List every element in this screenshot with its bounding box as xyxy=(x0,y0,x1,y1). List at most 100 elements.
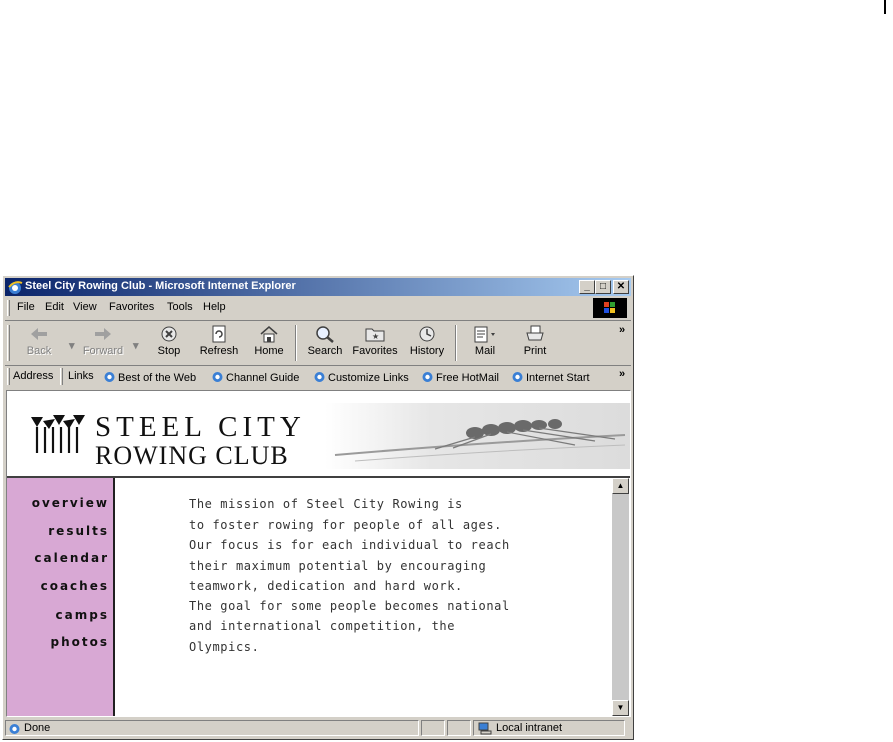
history-icon xyxy=(419,326,435,342)
forward-label: Forward xyxy=(82,345,124,357)
favorites-folder-icon: ★ xyxy=(365,328,385,342)
mission-line: The mission of Steel City Rowing is xyxy=(189,497,463,511)
toolbar-separator xyxy=(455,325,457,361)
forward-button[interactable]: Forward xyxy=(79,325,127,363)
logo-title-line1: STEEL CITY xyxy=(95,411,306,443)
zone-text: Local intranet xyxy=(496,722,563,734)
mission-line: Our focus is for each individual to reac… xyxy=(189,538,510,552)
links-more-chevron[interactable]: » xyxy=(619,368,625,380)
svg-text:★: ★ xyxy=(372,332,379,341)
toolbar-separator xyxy=(295,325,297,361)
mail-icon xyxy=(474,326,495,343)
logo-title-line2: ROWING CLUB xyxy=(95,441,289,470)
ie-page-icon xyxy=(212,372,223,382)
mail-button[interactable]: Mail xyxy=(461,325,509,363)
nav-results[interactable]: results xyxy=(48,524,109,538)
link-best-of-the-web[interactable]: Best of the Web xyxy=(103,370,196,384)
forward-arrow-icon xyxy=(95,328,111,340)
favorites-button[interactable]: ★ Favorites xyxy=(351,325,399,363)
ie-logo-icon xyxy=(8,281,23,294)
ie-page-icon xyxy=(9,724,20,734)
search-icon xyxy=(316,326,334,343)
edge-mark xyxy=(884,0,886,14)
ie-page-icon xyxy=(314,372,325,382)
link-label: Internet Start xyxy=(526,372,590,384)
link-free-hotmail[interactable]: Free HotMail xyxy=(421,370,499,384)
mail-label: Mail xyxy=(474,345,496,357)
nav-photos[interactable]: photos xyxy=(51,635,110,649)
browser-window: Steel City Rowing Club - Microsoft Inter… xyxy=(2,275,634,740)
history-label: History xyxy=(409,345,445,357)
back-dropdown-icon[interactable]: ▾ xyxy=(69,339,75,352)
link-label: Best of the Web xyxy=(118,372,197,384)
nav-camps[interactable]: camps xyxy=(56,608,109,622)
search-button[interactable]: Search xyxy=(301,325,349,363)
favorites-label: Favorites xyxy=(352,345,398,357)
vertical-scrollbar[interactable]: ▲ ▼ xyxy=(612,478,629,716)
back-button[interactable]: Back xyxy=(15,325,63,363)
nav-overview[interactable]: overview xyxy=(32,496,109,510)
maximize-button[interactable]: □ xyxy=(595,280,611,294)
status-panel-empty xyxy=(421,720,445,736)
search-label: Search xyxy=(307,345,343,357)
menu-file[interactable]: File xyxy=(17,301,35,313)
scroll-down-arrow-icon[interactable]: ▼ xyxy=(612,700,629,716)
link-label: Free HotMail xyxy=(436,372,499,384)
print-label: Print xyxy=(523,345,547,357)
stop-button[interactable]: Stop xyxy=(145,325,193,363)
toolbar-more-chevron[interactable]: » xyxy=(619,324,625,336)
status-panel-empty xyxy=(447,720,471,736)
nav-coaches[interactable]: coaches xyxy=(41,579,109,593)
site-banner: STEEL CITY ROWING CLUB xyxy=(7,391,630,478)
link-channel-guide[interactable]: Channel Guide xyxy=(211,370,299,384)
link-customize-links[interactable]: Customize Links xyxy=(313,370,409,384)
forward-dropdown-icon[interactable]: ▾ xyxy=(133,339,139,352)
ie-page-icon xyxy=(104,372,115,382)
mission-line: Olympics. xyxy=(189,640,260,654)
intranet-zone-icon xyxy=(478,722,492,735)
menu-favorites[interactable]: Favorites xyxy=(109,301,154,313)
home-button[interactable]: Home xyxy=(245,325,293,363)
mission-line: their maximum potential by encouraging xyxy=(189,559,487,573)
refresh-icon xyxy=(212,325,226,343)
menu-view[interactable]: View xyxy=(73,301,97,313)
menu-bar: File Edit View Favorites Tools Help xyxy=(5,297,631,319)
status-text: Done xyxy=(24,722,51,734)
mission-line: to foster rowing for people of all ages. xyxy=(189,518,502,532)
print-button[interactable]: Print xyxy=(511,325,559,363)
addressbar-divider[interactable] xyxy=(60,368,63,385)
home-label: Home xyxy=(254,345,284,357)
security-zone-panel: Local intranet xyxy=(473,720,625,736)
link-label: Channel Guide xyxy=(226,372,300,384)
refresh-button[interactable]: Refresh xyxy=(195,325,243,363)
mission-line: The goal for some people becomes nationa… xyxy=(189,599,510,613)
stop-label: Stop xyxy=(157,345,181,357)
link-label: Customize Links xyxy=(328,372,409,384)
stop-icon xyxy=(161,326,177,342)
status-bar: Done Local intranet xyxy=(5,719,631,737)
toolbar-grip[interactable] xyxy=(7,325,10,361)
menu-tools[interactable]: Tools xyxy=(167,301,193,313)
menu-help[interactable]: Help xyxy=(203,301,226,313)
address-label[interactable]: Address xyxy=(13,370,53,382)
menu-edit[interactable]: Edit xyxy=(45,301,64,313)
minimize-button[interactable]: _ xyxy=(579,280,595,294)
standard-toolbar: Back ▾ Forward ▾ Stop Refresh Home Searc… xyxy=(5,320,631,366)
addressbar-grip[interactable] xyxy=(7,368,10,385)
site-nav: overview results calendar coaches camps … xyxy=(7,478,115,716)
history-button[interactable]: History xyxy=(403,325,451,363)
mission-line: and international competition, the xyxy=(189,619,456,633)
ie-page-icon xyxy=(512,372,523,382)
nav-calendar[interactable]: calendar xyxy=(34,551,109,565)
links-label[interactable]: Links xyxy=(68,370,94,382)
title-bar[interactable]: Steel City Rowing Club - Microsoft Inter… xyxy=(5,278,631,296)
rowing-crew-photo xyxy=(325,403,630,469)
close-button[interactable]: ✕ xyxy=(613,280,629,294)
link-internet-start[interactable]: Internet Start xyxy=(511,370,590,384)
mission-statement: The mission of Steel City Rowing is to f… xyxy=(115,478,612,716)
back-label: Back xyxy=(26,345,52,357)
menubar-grip[interactable] xyxy=(7,300,10,316)
mission-line: teamwork, dedication and hard work. xyxy=(189,579,463,593)
scroll-up-arrow-icon[interactable]: ▲ xyxy=(612,478,629,494)
page-content: STEEL CITY ROWING CLUB overview results … xyxy=(6,390,631,717)
